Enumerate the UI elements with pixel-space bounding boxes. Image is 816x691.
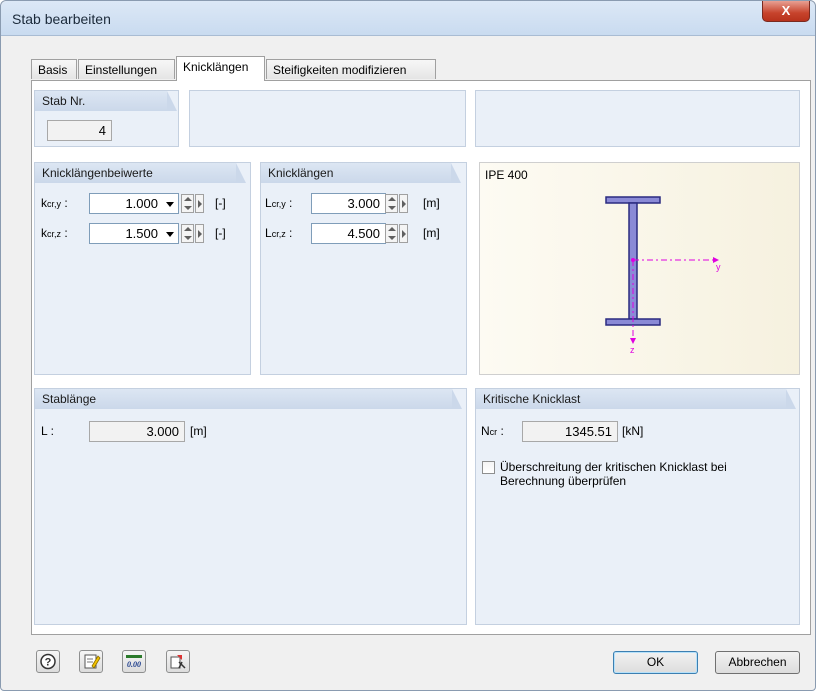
stablaenge-group: Stablänge L : 3.000 [m]: [34, 388, 467, 625]
edit-button[interactable]: [79, 650, 103, 673]
kcry-value: 1.000: [125, 196, 158, 211]
chevron-down-icon[interactable]: [166, 232, 174, 237]
stablaenge-field: 3.000: [89, 421, 185, 442]
tab-steifigkeiten[interactable]: Steifigkeiten modifizieren: [266, 59, 436, 79]
kcrz-label-sub: cr,z: [47, 229, 62, 239]
stab-nr-header: Stab Nr.: [35, 91, 177, 111]
close-button[interactable]: X: [762, 1, 810, 22]
lcrz-pick-button[interactable]: [399, 224, 408, 243]
lcrz-field[interactable]: 4.500: [311, 223, 386, 244]
check-overrun-checkbox[interactable]: [482, 461, 495, 474]
beiwerte-group: Knicklängenbeiwerte kcr,y : 1.000 [-] kc…: [34, 162, 251, 375]
lcry-label: Lcr,y :: [265, 196, 293, 210]
svg-text:?: ?: [45, 657, 52, 669]
lcrz-label-main: L: [265, 226, 272, 240]
stablaenge-unit: [m]: [190, 424, 207, 438]
lcry-label-main: L: [265, 196, 272, 210]
ncr-label-sub: cr: [489, 427, 498, 437]
lcrz-value: 4.500: [347, 226, 380, 241]
tab-steifigkeiten-label: Steifigkeiten modifizieren: [273, 63, 407, 77]
ncr-label-main: N: [481, 424, 490, 438]
help-button[interactable]: ?: [36, 650, 60, 673]
ncr-label: Ncr :: [481, 424, 504, 438]
lcry-unit: [m]: [423, 196, 440, 210]
settings-button[interactable]: [166, 650, 190, 673]
tab-panel: Stab Nr. 4 Knicklängenbeiwerte kcr,y : 1…: [31, 80, 811, 635]
kcrz-spinner[interactable]: [181, 224, 194, 243]
kcrz-unit: [-]: [215, 226, 226, 240]
title-bar[interactable]: Stab bearbeiten X: [1, 1, 815, 36]
close-icon: X: [781, 3, 791, 18]
stab-nr-field: 4: [47, 120, 112, 141]
units-icon-text: 0.00: [127, 660, 141, 669]
kcrz-value: 1.500: [125, 226, 158, 241]
kcry-label: kcr,y :: [41, 196, 68, 210]
ibeam-icon: [605, 196, 719, 344]
units-icon: 0.00: [126, 655, 142, 669]
lcry-value: 3.000: [347, 196, 380, 211]
lcrz-label-sub: cr,z: [271, 229, 286, 239]
tab-basis-label: Basis: [38, 63, 68, 77]
lcrz-label: Lcr,z :: [265, 226, 293, 240]
kcry-unit: [-]: [215, 196, 226, 210]
help-icon: ?: [40, 653, 56, 670]
knicklaengen-header: Knicklängen: [261, 163, 461, 183]
lcrz-unit: [m]: [423, 226, 440, 240]
lcrz-spinner[interactable]: [385, 224, 398, 243]
kcry-label-sub: cr,y: [47, 199, 62, 209]
check-overrun-label-line1: Überschreitung der kritischen Knicklast …: [500, 460, 727, 474]
tab-knicklaengen-label: Knicklängen: [183, 60, 249, 74]
axis-y-label: y: [716, 262, 721, 272]
stab-nr-group: Stab Nr. 4: [34, 90, 179, 147]
kcry-pick-button[interactable]: [195, 194, 204, 213]
settings-icon: [170, 655, 186, 669]
tab-basis[interactable]: Basis: [31, 59, 77, 79]
lcry-label-sub: cr,y: [271, 199, 286, 209]
edit-icon: [84, 654, 101, 669]
stablaenge-label: L :: [41, 424, 54, 438]
kritisch-group: Kritische Knicklast Ncr : 1345.51 [kN] Ü…: [475, 388, 800, 625]
chevron-down-icon[interactable]: [166, 202, 174, 207]
kcrz-pick-button[interactable]: [195, 224, 204, 243]
empty-group-1: [189, 90, 466, 147]
knicklaengen-group: Knicklängen Lcr,y : 3.000 [m] Lcr,z : 4.…: [260, 162, 467, 375]
ok-button[interactable]: OK: [613, 651, 698, 674]
window-title: Stab bearbeiten: [12, 11, 111, 27]
cancel-button[interactable]: Abbrechen: [715, 651, 800, 674]
kcry-spinner[interactable]: [181, 194, 194, 213]
kritisch-header: Kritische Knicklast: [476, 389, 796, 409]
ncr-unit: [kN]: [622, 424, 644, 438]
ncr-field: 1345.51: [522, 421, 618, 442]
lcry-field[interactable]: 3.000: [311, 193, 386, 214]
empty-group-2: [475, 90, 800, 147]
check-overrun-label-line2: Berechnung überprüfen: [500, 474, 627, 488]
check-overrun-label[interactable]: Überschreitung der kritischen Knicklast …: [500, 460, 727, 488]
units-button[interactable]: 0.00: [122, 650, 146, 673]
lcry-spinner[interactable]: [385, 194, 398, 213]
axis-z-label: z: [630, 345, 635, 355]
tab-einstellungen[interactable]: Einstellungen: [78, 59, 175, 79]
tab-knicklaengen[interactable]: Knicklängen: [176, 56, 265, 81]
tab-einstellungen-label: Einstellungen: [85, 63, 158, 77]
stablaenge-header: Stablänge: [35, 389, 462, 409]
section-preview: IPE 400 y z: [479, 162, 800, 375]
beiwerte-header: Knicklängenbeiwerte: [35, 163, 246, 183]
lcry-pick-button[interactable]: [399, 194, 408, 213]
kcrz-label: kcr,z :: [41, 226, 68, 240]
